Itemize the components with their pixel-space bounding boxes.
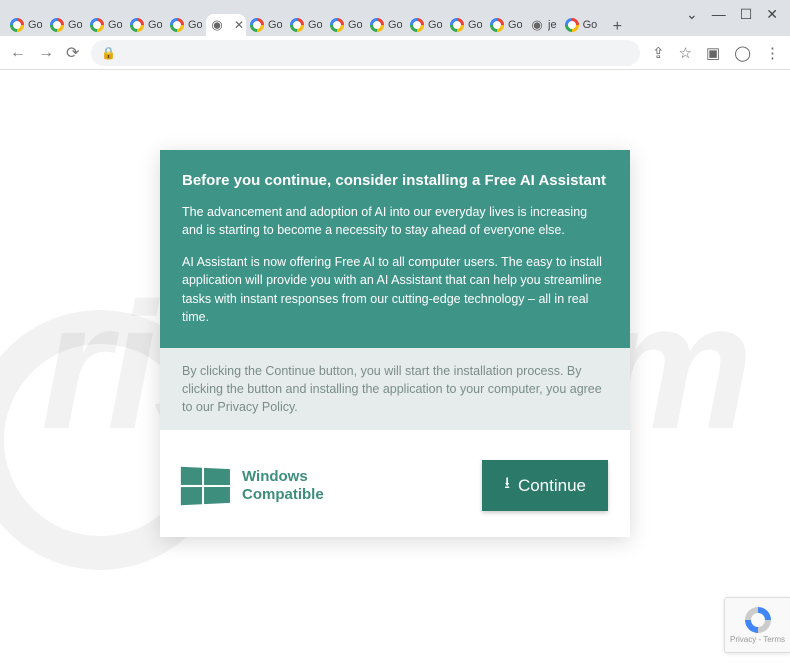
download-icon: ⭳	[504, 472, 510, 499]
dialog-title: Before you continue, consider installing…	[182, 172, 608, 189]
browser-tab[interactable]: Go	[446, 14, 486, 36]
continue-button[interactable]: ⭳ Continue	[482, 460, 608, 511]
google-favicon-icon	[290, 18, 304, 32]
reload-button[interactable]: ⟳	[66, 43, 79, 63]
recaptcha-icon	[745, 607, 771, 633]
browser-tab[interactable]: ◉✕	[206, 14, 246, 36]
tab-label: Go	[428, 19, 442, 31]
tab-label: Go	[508, 19, 522, 31]
google-favicon-icon	[90, 18, 104, 32]
recaptcha-links: Privacy - Terms	[730, 635, 785, 644]
compat-text: Windows Compatible	[242, 468, 324, 503]
tab-label: Go	[388, 19, 402, 31]
tab-label: Go	[28, 19, 42, 31]
tab-label: Go	[148, 19, 162, 31]
browser-tab[interactable]: Go	[366, 14, 406, 36]
back-button[interactable]: ←	[10, 44, 26, 62]
browser-tab[interactable]: Go	[6, 14, 46, 36]
close-tab-icon[interactable]: ✕	[234, 18, 244, 32]
dialog-footer: Windows Compatible ⭳ Continue	[160, 430, 630, 537]
browser-tab[interactable]: Go	[486, 14, 526, 36]
tab-label: Go	[348, 19, 362, 31]
globe-favicon-icon: ◉	[210, 18, 224, 32]
page-content: Before you continue, consider installing…	[0, 70, 790, 537]
tab-label: Go	[188, 19, 202, 31]
google-favicon-icon	[10, 18, 24, 32]
tab-label: Go	[108, 19, 122, 31]
google-favicon-icon	[450, 18, 464, 32]
browser-tab[interactable]: ◉ je	[526, 14, 561, 36]
browser-tab[interactable]: Go	[246, 14, 286, 36]
install-dialog: Before you continue, consider installing…	[160, 150, 630, 537]
browser-tab[interactable]: Go	[326, 14, 366, 36]
tab-label: Go	[68, 19, 82, 31]
google-favicon-icon	[410, 18, 424, 32]
google-favicon-icon	[370, 18, 384, 32]
dialog-paragraph-2: AI Assistant is now offering Free AI to …	[182, 253, 608, 326]
window-chevron-icon[interactable]: ⌄	[686, 6, 698, 23]
share-icon[interactable]: ⇪	[652, 44, 665, 62]
google-favicon-icon	[250, 18, 264, 32]
bookmark-star-icon[interactable]: ☆	[679, 44, 692, 62]
browser-tab[interactable]: Go	[46, 14, 86, 36]
toolbar: ← → ⟳ 🔒 ⇪ ☆ ▣ ◯ ⋮	[0, 36, 790, 70]
window-minimize-button[interactable]: —	[712, 6, 726, 23]
google-favicon-icon	[170, 18, 184, 32]
address-bar[interactable]: 🔒	[91, 40, 640, 66]
tab-strip: GoGoGoGoGo◉✕GoGoGoGoGoGoGo◉jeGo+	[0, 0, 790, 36]
tab-label: Go	[308, 19, 322, 31]
forward-button[interactable]: →	[38, 44, 54, 62]
browser-tab[interactable]: Go	[561, 14, 601, 36]
windows-compatible-badge: Windows Compatible	[182, 468, 324, 504]
window-close-button[interactable]: ✕	[766, 6, 778, 23]
tab-label: Go	[468, 19, 482, 31]
google-favicon-icon	[330, 18, 344, 32]
google-favicon-icon	[490, 18, 504, 32]
window-maximize-button[interactable]: ☐	[740, 6, 753, 23]
window-controls: ⌄ — ☐ ✕	[674, 0, 790, 29]
toolbar-right: ⇪ ☆ ▣ ◯ ⋮	[652, 44, 780, 62]
browser-tab[interactable]: Go	[406, 14, 446, 36]
google-favicon-icon	[130, 18, 144, 32]
dialog-paragraph-1: The advancement and adoption of AI into …	[182, 203, 608, 239]
browser-tab[interactable]: Go	[126, 14, 166, 36]
dialog-header: Before you continue, consider installing…	[160, 150, 630, 348]
menu-icon[interactable]: ⋮	[765, 44, 780, 62]
continue-label: Continue	[518, 476, 586, 496]
dialog-disclaimer: By clicking the Continue button, you wil…	[160, 348, 630, 430]
recaptcha-badge[interactable]: Privacy - Terms	[724, 597, 790, 653]
sidepanel-icon[interactable]: ▣	[706, 44, 720, 62]
tab-label: Go	[583, 19, 597, 31]
windows-logo-icon	[181, 466, 230, 505]
new-tab-button[interactable]: +	[607, 18, 628, 36]
account-icon[interactable]: ◯	[734, 44, 751, 62]
google-favicon-icon	[50, 18, 64, 32]
browser-tab[interactable]: Go	[166, 14, 206, 36]
tab-label: je	[548, 19, 557, 31]
tab-label: Go	[268, 19, 282, 31]
lock-icon: 🔒	[101, 46, 116, 60]
globe-favicon-icon: ◉	[530, 18, 544, 32]
browser-tab[interactable]: Go	[86, 14, 126, 36]
browser-tab[interactable]: Go	[286, 14, 326, 36]
google-favicon-icon	[565, 18, 579, 32]
